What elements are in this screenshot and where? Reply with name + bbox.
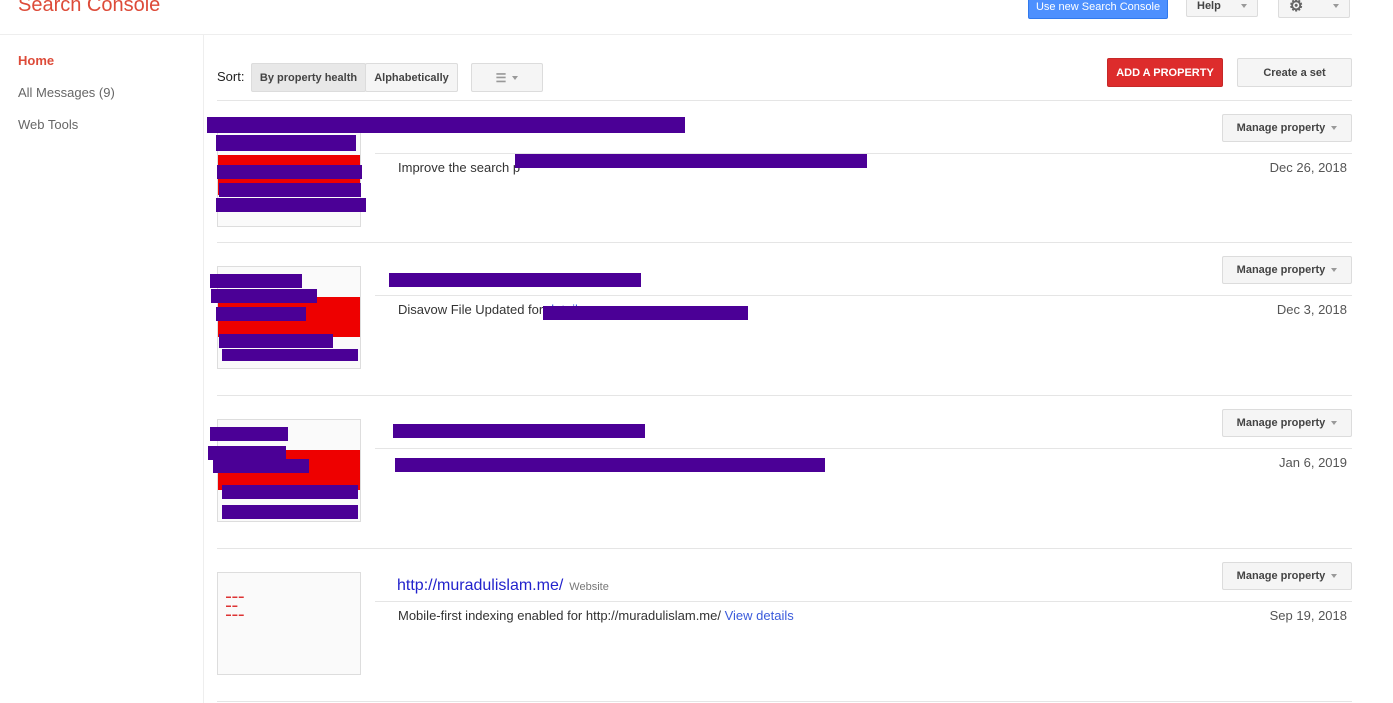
redaction-mark (207, 117, 685, 133)
property-url-link[interactable]: http://muradulislam.me/ (397, 577, 563, 594)
redaction-mark (210, 274, 302, 288)
sidebar-item-web-tools[interactable]: Web Tools (18, 117, 78, 132)
redaction-mark (216, 198, 366, 212)
settings-button[interactable]: ⚙ (1278, 0, 1350, 18)
manage-property-button[interactable]: Manage property (1222, 256, 1352, 284)
chevron-down-icon (1331, 574, 1338, 578)
add-property-button[interactable]: ADD A PROPERTY (1107, 58, 1223, 87)
sidebar-divider (203, 35, 204, 703)
chevron-down-icon (1333, 4, 1339, 8)
redaction-mark (222, 349, 358, 361)
row-separator (217, 242, 1352, 243)
redaction-mark (217, 165, 362, 179)
manage-property-label: Manage property (1236, 417, 1326, 429)
redaction-mark (216, 135, 356, 151)
message-date: Sep 19, 2018 (1269, 608, 1347, 623)
list-view-icon: ☰ (495, 70, 507, 85)
sort-label: Sort: (217, 69, 245, 84)
gear-icon: ⚙ (1289, 0, 1304, 15)
chevron-down-icon (1331, 421, 1338, 425)
redaction-mark (216, 307, 306, 321)
chevron-down-icon (512, 75, 519, 80)
redaction-mark (211, 289, 317, 303)
message-date: Jan 6, 2019 (1279, 455, 1347, 470)
property-type: Website (569, 581, 609, 593)
site-thumbnail[interactable]: ▬ ▬ ▬ ▬ ▬ ▬ ▬ ▬ (217, 572, 361, 675)
property-message: Improve the search p (398, 160, 520, 175)
manage-property-label: Manage property (1236, 122, 1326, 134)
sidebar-item-home[interactable]: Home (18, 53, 54, 68)
use-new-search-console-button[interactable]: Use new Search Console (1028, 0, 1168, 19)
message-text: Disavow File Updated for (398, 302, 544, 317)
chevron-down-icon (1331, 126, 1338, 130)
row-divider (375, 448, 1352, 449)
sort-by-health-button[interactable]: By property health (251, 63, 366, 92)
manage-property-button[interactable]: Manage property (1222, 114, 1352, 142)
help-label: Help (1197, 0, 1221, 12)
property-message: Mobile-first indexing enabled for http:/… (398, 608, 794, 623)
sidebar-item-all-messages[interactable]: All Messages (9) (18, 85, 115, 100)
chevron-down-icon (1241, 3, 1247, 8)
app-logo[interactable]: Search Console (18, 0, 160, 17)
redaction-mark (222, 505, 358, 519)
manage-property-button[interactable]: Manage property (1222, 562, 1352, 590)
redaction-mark (208, 446, 286, 460)
message-text: Improve the search p (398, 160, 521, 175)
message-date: Dec 3, 2018 (1276, 302, 1347, 317)
help-button[interactable]: Help (1186, 0, 1258, 17)
redaction-mark (219, 183, 361, 197)
redaction-mark (389, 273, 641, 287)
chevron-down-icon (1331, 268, 1338, 272)
redaction-mark (213, 459, 309, 473)
redaction-mark (210, 427, 288, 441)
row-separator (217, 701, 1352, 702)
view-details-link[interactable]: View details (725, 608, 794, 623)
view-toggle-button[interactable]: ☰ (471, 63, 543, 92)
row-separator (217, 395, 1352, 396)
manage-property-label: Manage property (1236, 570, 1326, 582)
redaction-mark (219, 334, 333, 348)
row-separator (217, 100, 1352, 101)
manage-property-label: Manage property (1236, 264, 1326, 276)
row-divider (375, 601, 1352, 602)
redaction-mark (543, 306, 748, 320)
property-row: http://muradulislam.me/Website (397, 577, 609, 595)
sort-alphabetically-button[interactable]: Alphabetically (365, 63, 458, 92)
message-text: Mobile-first indexing enabled for http:/… (398, 608, 721, 623)
create-set-button[interactable]: Create a set (1237, 58, 1352, 87)
redaction-mark (222, 485, 358, 499)
redaction-mark (393, 424, 645, 438)
redaction-mark (395, 458, 825, 472)
row-separator (217, 548, 1352, 549)
manage-property-button[interactable]: Manage property (1222, 409, 1352, 437)
row-divider (375, 295, 1352, 296)
message-date: Dec 26, 2018 (1269, 160, 1347, 175)
redaction-mark (515, 154, 867, 168)
